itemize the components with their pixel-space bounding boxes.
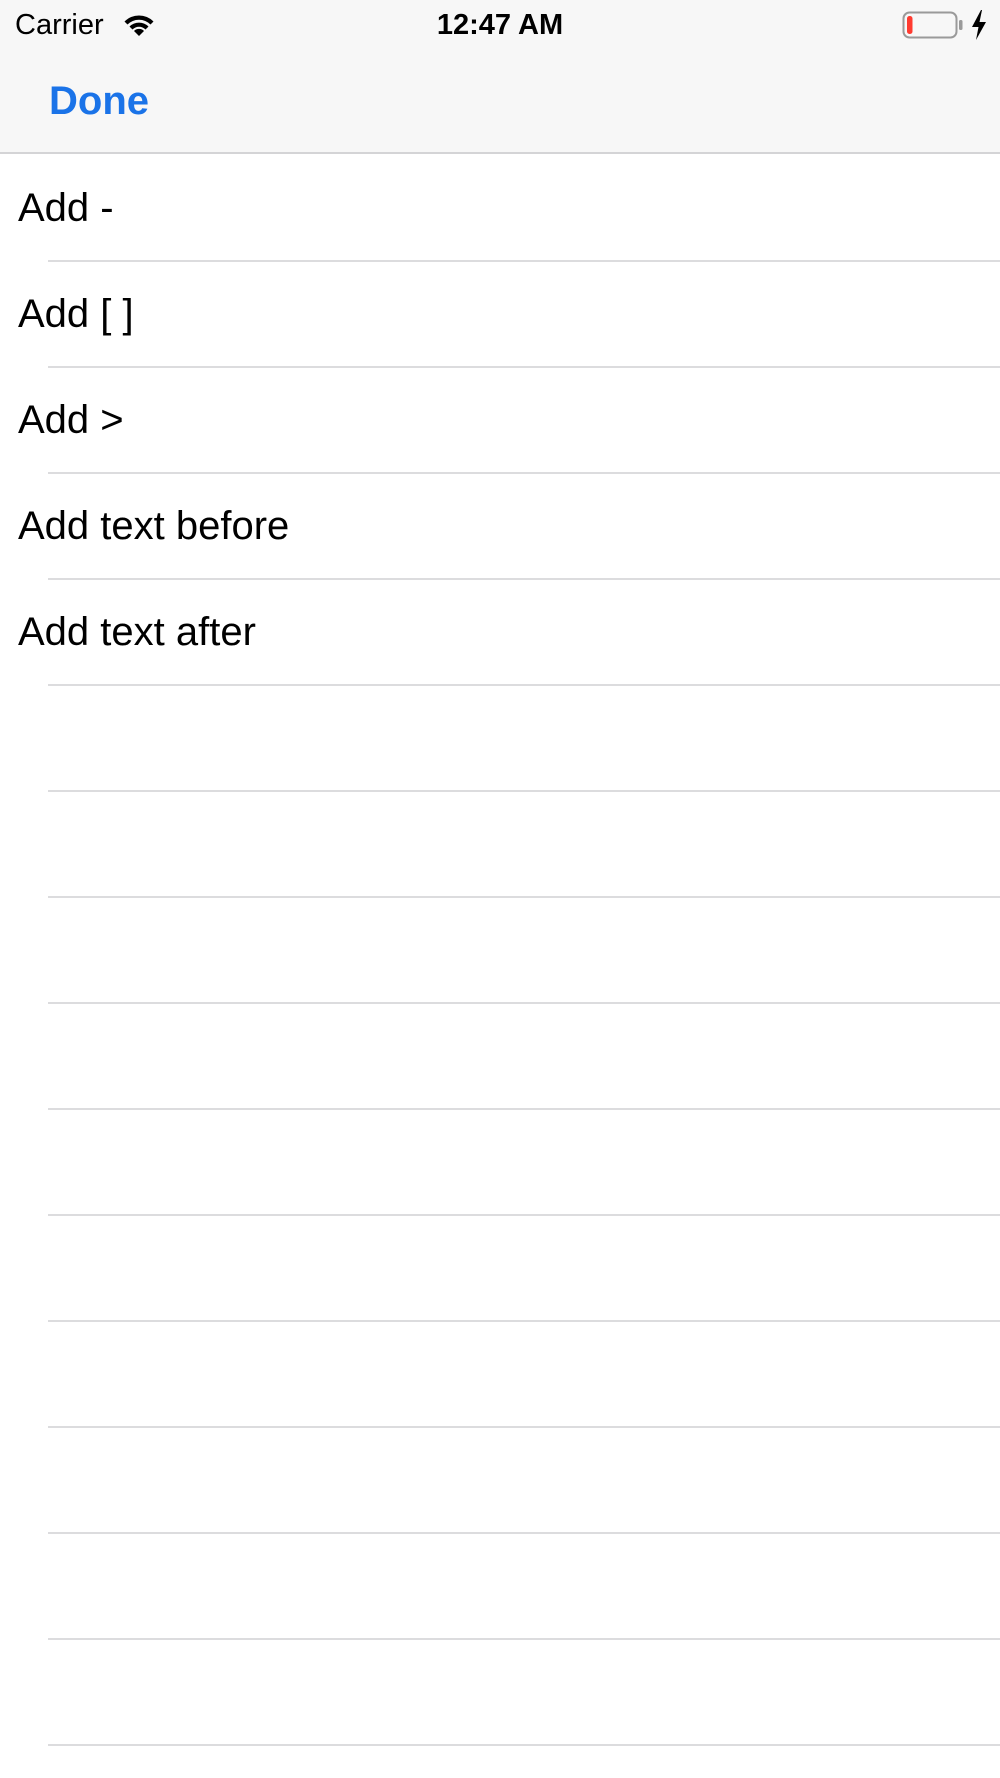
- battery-low-icon: [902, 11, 963, 39]
- option-label: Add text before: [18, 504, 290, 548]
- empty-row: [0, 686, 1000, 792]
- empty-row: [0, 1004, 1000, 1110]
- option-row[interactable]: Add text before: [0, 474, 1000, 580]
- option-row[interactable]: Add >: [0, 368, 1000, 474]
- empty-row: [0, 1534, 1000, 1640]
- option-label: Add >: [18, 398, 124, 442]
- empty-row: [0, 898, 1000, 1004]
- empty-row: [0, 1216, 1000, 1322]
- charging-bolt-icon: [972, 10, 986, 40]
- option-label: Add -: [18, 186, 114, 230]
- screen: Carrier 12:47 AM Done Add - Add [ ] Add > A…: [0, 0, 1000, 1778]
- option-row[interactable]: Add text after: [0, 580, 1000, 686]
- option-label: Add [ ]: [18, 292, 134, 336]
- option-label: Add text after: [18, 610, 256, 654]
- empty-row: [0, 792, 1000, 898]
- option-row[interactable]: Add -: [0, 156, 1000, 262]
- empty-row: [0, 1428, 1000, 1534]
- options-table: Add - Add [ ] Add > Add text before Add text…: [0, 156, 1000, 1746]
- navigation-bar: Done: [0, 50, 1000, 154]
- empty-row: [0, 1640, 1000, 1746]
- empty-row: [0, 1322, 1000, 1428]
- status-bar: Carrier 12:47 AM: [0, 0, 1000, 50]
- option-row[interactable]: Add [ ]: [0, 262, 1000, 368]
- done-button[interactable]: Done: [49, 73, 149, 129]
- clock: 12:47 AM: [436, 9, 564, 41]
- empty-row: [0, 1110, 1000, 1216]
